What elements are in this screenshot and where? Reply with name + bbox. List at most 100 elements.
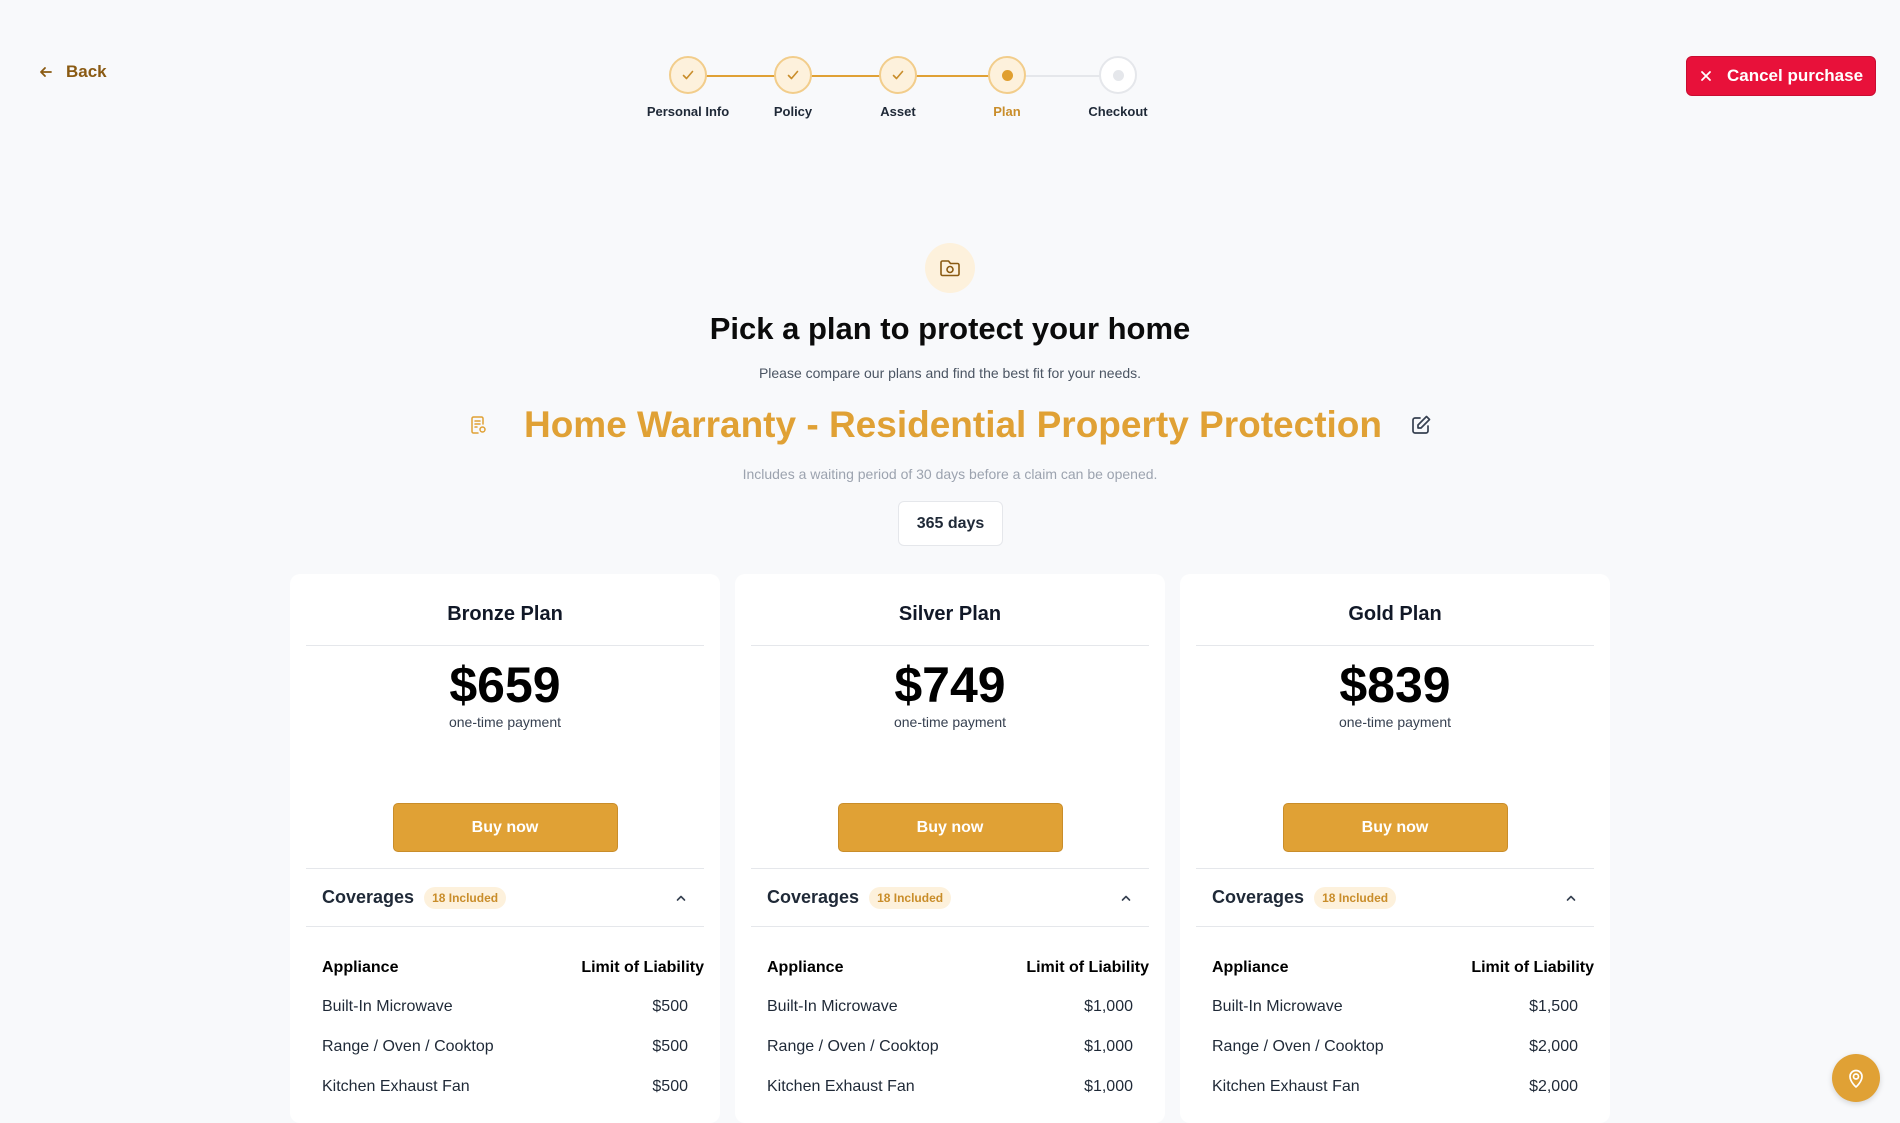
plan-card-gold: Gold Plan $839 one-time payment Buy now … <box>1180 574 1610 1123</box>
step-label: Policy <box>773 104 813 119</box>
plan-price: $839 <box>1339 657 1451 713</box>
coverages-count-badge: 18 Included <box>424 886 507 909</box>
product-header: Home Warranty - Residential Property Pro… <box>0 400 1900 450</box>
back-button[interactable]: Back <box>38 62 107 82</box>
close-icon <box>1701 71 1711 81</box>
coverages-count-badge: 18 Included <box>1314 886 1397 909</box>
coverages-title: Coverages <box>767 887 860 907</box>
step-label: Asset <box>880 104 916 119</box>
plan-card-silver: Silver Plan $749 one-time payment Buy no… <box>735 574 1165 1123</box>
price-note: one-time payment <box>893 714 1007 730</box>
chevron-up-icon <box>676 895 686 901</box>
table-header: Appliance Limit of Liability <box>322 953 704 983</box>
page-title: Pick a plan to protect your home <box>709 311 1191 346</box>
coverages-table: Appliance Limit of Liability Built-In Mi… <box>306 927 704 1107</box>
table-row: Range / Oven / Cooktop $2,000 <box>1212 1027 1594 1067</box>
active-dot <box>1001 69 1013 81</box>
step-indicator <box>1099 56 1137 94</box>
plan-name: Silver Plan <box>751 574 1149 646</box>
edit-icon[interactable] <box>1410 414 1432 436</box>
appliance-name: Built-In Microwave <box>322 998 453 1015</box>
camera-folder-icon <box>925 243 975 293</box>
column-appliance: Appliance <box>767 959 844 976</box>
liability-limit: $500 <box>652 1078 688 1095</box>
step-indicator <box>988 56 1026 94</box>
step-label: Personal Info <box>646 104 730 119</box>
help-pin-icon <box>1849 1069 1863 1088</box>
plan-price: $749 <box>894 657 1006 713</box>
liability-limit: $500 <box>652 998 688 1015</box>
step-personal-info[interactable]: Personal Info <box>633 56 743 119</box>
buy-now-button[interactable]: Buy now <box>837 803 1063 852</box>
table-header: Appliance Limit of Liability <box>767 953 1149 983</box>
step-indicator <box>879 56 917 94</box>
step-plan[interactable]: Plan <box>952 56 1062 119</box>
step-indicator <box>669 56 707 94</box>
help-button[interactable] <box>1832 1054 1880 1102</box>
check-icon <box>787 70 799 80</box>
duration-selector[interactable]: 365 days <box>898 501 1003 546</box>
pending-dot <box>1112 69 1124 81</box>
table-row: Range / Oven / Cooktop $500 <box>322 1027 704 1067</box>
plan-name: Bronze Plan <box>306 574 704 646</box>
column-appliance: Appliance <box>322 959 399 976</box>
table-row: Kitchen Exhaust Fan $1,000 <box>767 1067 1149 1107</box>
plan-price: $659 <box>449 657 561 713</box>
table-row: Built-In Microwave $500 <box>322 987 704 1027</box>
liability-limit: $1,000 <box>1084 1078 1133 1095</box>
price-note: one-time payment <box>448 714 562 730</box>
buy-now-button[interactable]: Buy now <box>392 803 618 852</box>
coverages-table: Appliance Limit of Liability Built-In Mi… <box>751 927 1149 1107</box>
table-row: Built-In Microwave $1,000 <box>767 987 1149 1027</box>
column-limit: Limit of Liability <box>1026 959 1149 976</box>
appliance-name: Range / Oven / Cooktop <box>322 1038 494 1055</box>
coverages-toggle[interactable]: Coverages 18 Included <box>1196 868 1594 927</box>
coverages-count-badge: 18 Included <box>869 886 952 909</box>
appliance-name: Built-In Microwave <box>1212 998 1343 1015</box>
back-label: Back <box>66 62 107 81</box>
appliance-name: Range / Oven / Cooktop <box>767 1038 939 1055</box>
coverages-toggle[interactable]: Coverages 18 Included <box>306 868 704 927</box>
coverages-toggle[interactable]: Coverages 18 Included <box>751 868 1149 927</box>
appliance-name: Kitchen Exhaust Fan <box>1212 1078 1360 1095</box>
table-header: Appliance Limit of Liability <box>1212 953 1594 983</box>
step-asset[interactable]: Asset <box>843 56 953 119</box>
plan-card-bronze: Bronze Plan $659 one-time payment Buy no… <box>290 574 720 1123</box>
liability-limit: $500 <box>652 1038 688 1055</box>
document-badge-icon <box>471 416 486 434</box>
liability-limit: $1,000 <box>1084 1038 1133 1055</box>
chevron-up-icon <box>1566 895 1576 901</box>
step-policy[interactable]: Policy <box>738 56 848 119</box>
appliance-name: Range / Oven / Cooktop <box>1212 1038 1384 1055</box>
column-limit: Limit of Liability <box>1471 959 1594 976</box>
price-note: one-time payment <box>1338 714 1452 730</box>
arrow-left-icon <box>40 67 52 77</box>
check-icon <box>682 70 694 80</box>
plan-name: Gold Plan <box>1196 574 1594 646</box>
liability-limit: $2,000 <box>1529 1038 1578 1055</box>
waiting-period-note: Includes a waiting period of 30 days bef… <box>742 466 1158 482</box>
appliance-name: Built-In Microwave <box>767 998 898 1015</box>
table-row: Kitchen Exhaust Fan $2,000 <box>1212 1067 1594 1107</box>
product-title: Home Warranty - Residential Property Pro… <box>523 404 1383 445</box>
coverages-title: Coverages <box>322 887 415 907</box>
step-label: Plan <box>993 104 1021 119</box>
plans-grid: Bronze Plan $659 one-time payment Buy no… <box>290 574 1610 1123</box>
chevron-up-icon <box>1121 895 1131 901</box>
cancel-purchase-button[interactable]: Cancel purchase <box>1686 56 1876 96</box>
check-icon <box>892 70 904 80</box>
appliance-name: Kitchen Exhaust Fan <box>767 1078 915 1095</box>
liability-limit: $1,000 <box>1084 998 1133 1015</box>
buy-now-button[interactable]: Buy now <box>1282 803 1508 852</box>
progress-stepper: Personal Info Policy Asset Plan Checkout <box>640 56 1160 126</box>
step-label: Checkout <box>1088 104 1148 119</box>
page-subtitle: Please compare our plans and find the be… <box>758 365 1142 381</box>
table-row: Kitchen Exhaust Fan $500 <box>322 1067 704 1107</box>
coverages-title: Coverages <box>1212 887 1305 907</box>
appliance-name: Kitchen Exhaust Fan <box>322 1078 470 1095</box>
step-indicator <box>774 56 812 94</box>
column-limit: Limit of Liability <box>581 959 704 976</box>
liability-limit: $1,500 <box>1529 998 1578 1015</box>
table-row: Range / Oven / Cooktop $1,000 <box>767 1027 1149 1067</box>
column-appliance: Appliance <box>1212 959 1289 976</box>
